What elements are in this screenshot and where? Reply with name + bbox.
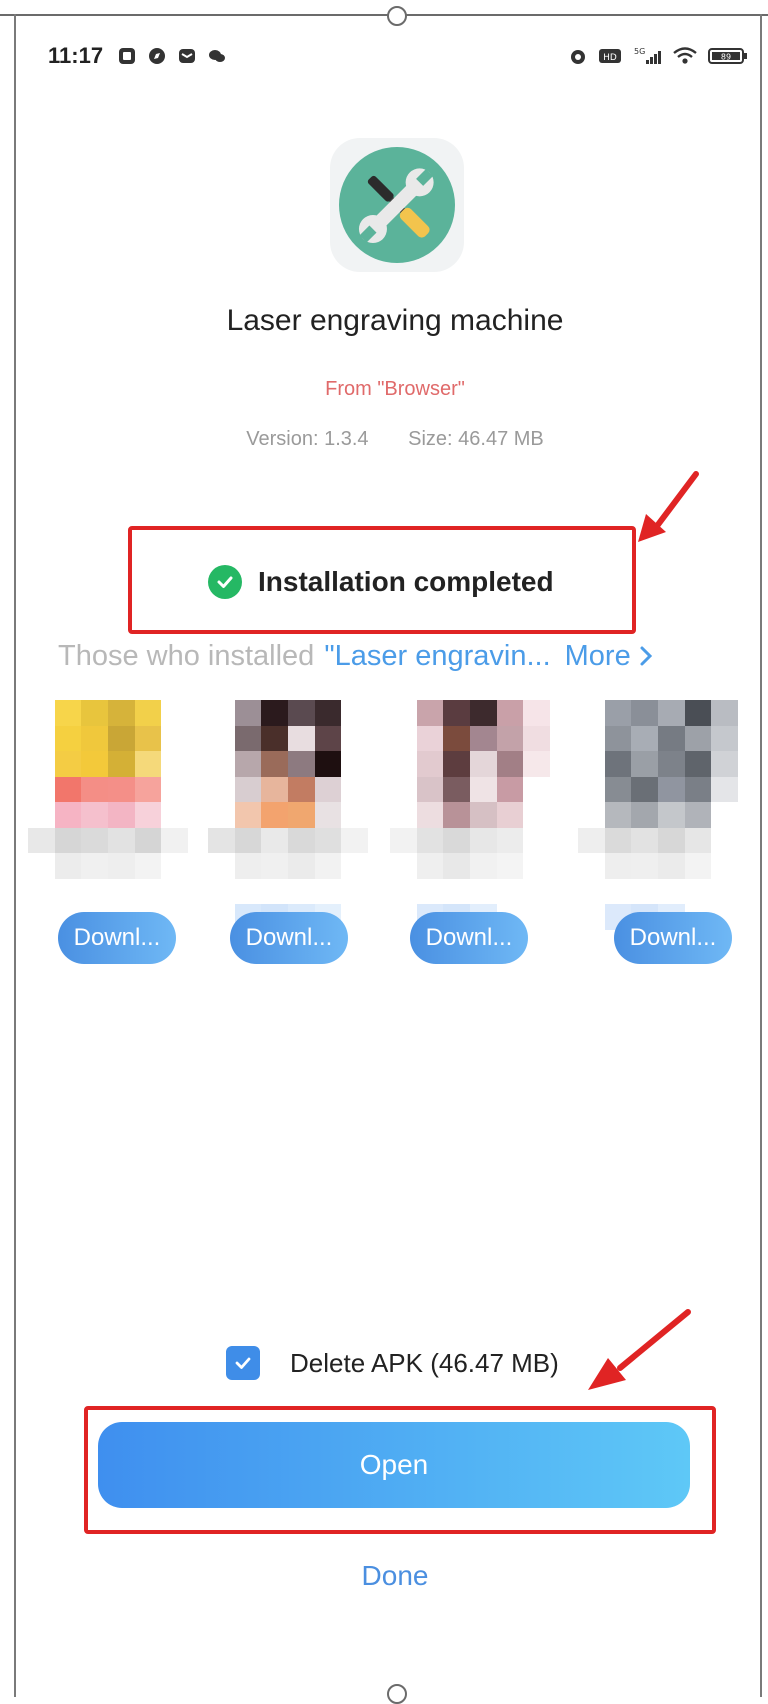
chevron-right-icon <box>640 646 652 666</box>
battery-icon: 89 <box>708 48 747 64</box>
recommend-prefix: Those who installed <box>58 639 315 672</box>
annotation-arrow-icon <box>638 471 699 542</box>
pixelated-app-icon <box>578 700 738 930</box>
recommended-app-item[interactable]: Downl... <box>390 700 550 964</box>
pixelated-app-icon <box>208 700 368 930</box>
more-label: More <box>564 639 631 672</box>
frame-right-edge <box>760 14 762 1697</box>
delete-apk-checkbox[interactable] <box>226 1346 260 1380</box>
open-button[interactable]: Open <box>98 1422 690 1508</box>
battery-level: 89 <box>721 53 731 62</box>
annotation-arrow-icon <box>588 1309 691 1390</box>
status-right-group: HD 5G 89 <box>568 36 748 76</box>
app-size: Size: 46.47 MB <box>408 428 544 450</box>
app-name: Laser engraving machine <box>226 304 564 337</box>
wechat-icon <box>209 50 226 62</box>
frame-top-edge <box>0 14 768 16</box>
status-time: 11:17 <box>48 43 104 68</box>
app-meta: Version: 1.3.4 Size: 46.47 MB <box>0 428 768 451</box>
svg-text:HD: HD <box>603 53 617 63</box>
download-button[interactable]: Downl... <box>230 912 348 964</box>
more-link[interactable]: More <box>565 640 655 673</box>
recommend-app-link[interactable]: "Laser engravin... <box>324 640 550 673</box>
recommend-header: Those who installed "Laser engravin... M… <box>58 636 728 676</box>
pixelated-app-icon <box>28 700 188 930</box>
frame-left-edge <box>14 14 16 1697</box>
notification-app-icon <box>119 48 136 64</box>
check-circle-icon <box>208 565 242 599</box>
app-icon <box>330 138 464 272</box>
app-source: From "Browser" <box>325 378 465 400</box>
recommended-app-item[interactable]: Downl... <box>28 700 188 964</box>
frame-bottom-knob <box>387 1684 407 1704</box>
wifi-icon <box>673 47 697 64</box>
message-icon <box>179 49 196 63</box>
checkmark-icon <box>235 1357 251 1369</box>
signal-5g-icon: 5G <box>634 47 661 64</box>
download-button[interactable]: Downl... <box>410 912 528 964</box>
status-bar: 11:17 HD 5G 89 <box>48 36 748 76</box>
wrench-screwdriver-icon <box>339 147 455 263</box>
delete-apk-label: Delete APK (46.47 MB) <box>290 1347 559 1378</box>
svg-text:5G: 5G <box>634 47 645 56</box>
done-button[interactable]: Done <box>0 1560 768 1592</box>
delete-apk-option[interactable]: Delete APK (46.47 MB) <box>226 1340 559 1386</box>
recommended-app-item[interactable]: Downl... <box>208 700 368 964</box>
hd-icon: HD <box>599 49 621 63</box>
recommended-app-item[interactable]: Downl... <box>578 700 738 964</box>
install-status-text: Installation completed <box>258 566 554 597</box>
download-button[interactable]: Downl... <box>614 912 732 964</box>
alarm-icon <box>571 50 585 64</box>
compass-icon <box>149 48 166 64</box>
download-button[interactable]: Downl... <box>58 912 176 964</box>
app-version: Version: 1.3.4 <box>246 428 369 450</box>
install-status: Installation completed <box>208 562 554 602</box>
frame-top-knob <box>387 6 407 26</box>
pixelated-app-icon <box>390 700 550 930</box>
